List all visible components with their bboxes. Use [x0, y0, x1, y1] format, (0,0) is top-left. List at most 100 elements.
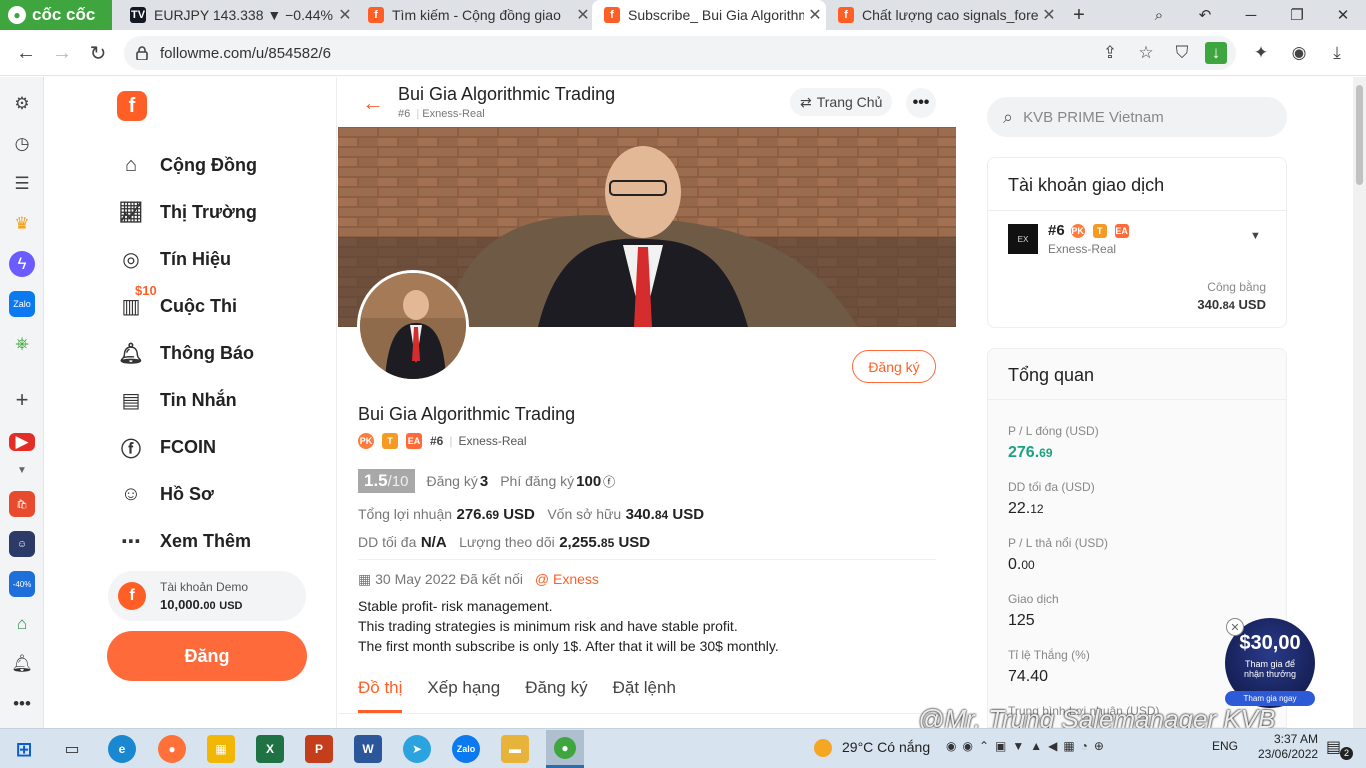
tab-ranking[interactable]: Xếp hạng	[427, 678, 500, 713]
game-controller-icon[interactable]: ⎈	[9, 331, 35, 357]
divider	[358, 559, 936, 560]
subscribe-button[interactable]: Đăng ký	[852, 350, 936, 383]
puzzle-extensions-icon[interactable]: ✦	[1248, 40, 1274, 66]
close-window-icon[interactable]: ✕	[1320, 0, 1366, 30]
firefox-icon[interactable]: ●	[158, 735, 186, 763]
nav-item-profile[interactable]: ☺ Hồ Sơ	[118, 478, 318, 510]
account-selector[interactable]: #6 PK T EA	[1048, 222, 1137, 239]
extension-shield-icon[interactable]: ⛉	[1169, 40, 1195, 66]
file-explorer-icon[interactable]: ▬	[501, 735, 529, 763]
weather-info[interactable]: 29°C Có nắng	[842, 739, 930, 755]
close-icon[interactable]: ✕	[1226, 618, 1244, 636]
shopee-icon[interactable]: 🛍	[9, 491, 35, 517]
t-badge: T	[1092, 223, 1107, 238]
history-back-icon[interactable]: ↶	[1182, 0, 1228, 30]
coccoc-taskbar-icon[interactable]: ●	[546, 730, 584, 768]
system-tray-icons[interactable]: ◉◉⌃▣▼▲◀▦◔⊕	[946, 739, 1110, 753]
zalo-icon[interactable]: Zalo	[452, 735, 480, 763]
clock[interactable]: 3:37 AM 23/06/2022	[1258, 732, 1318, 762]
demo-amount: 10,000.00 USD	[160, 597, 243, 612]
broker-link[interactable]: @ Exness	[535, 571, 599, 587]
youtube-icon[interactable]: ▶	[9, 432, 35, 451]
settings-gear-icon[interactable]: ⚙	[9, 91, 35, 117]
page-scrollbar[interactable]	[1353, 77, 1366, 728]
notification-center-icon[interactable]: ▤	[1326, 737, 1341, 757]
signup-button[interactable]: Đăng	[107, 631, 307, 681]
tab-search-community[interactable]: f Tìm kiếm - Cộng đồng giao ✕	[356, 0, 594, 30]
followme-logo-icon[interactable]: f	[117, 91, 147, 121]
tab-signals[interactable]: f Chất lượng cao signals_fore ✕	[826, 0, 1060, 30]
stat-max-dd: DD tối đa (USD) 22.12	[1008, 480, 1095, 517]
history-icon[interactable]: ◷	[9, 131, 35, 157]
nav-item-market[interactable]: 📈︎ Thị Trường	[118, 196, 318, 228]
nav-item-more[interactable]: ⋯ Xem Thêm	[118, 525, 318, 557]
share-icon[interactable]: ⇪	[1097, 40, 1123, 66]
nav-item-signals[interactable]: ◎ Tín Hiệu	[118, 243, 318, 275]
account-icon[interactable]: ◉	[1286, 40, 1312, 66]
messenger-icon[interactable]: ϟ	[9, 251, 35, 277]
coccoc-menu-button[interactable]: ● cốc cốc	[0, 0, 112, 30]
tab-eurjpy[interactable]: TV EURJPY 143.338 ▼ −0.44% V ✕	[118, 0, 356, 30]
minimize-icon[interactable]: ─	[1228, 0, 1274, 30]
stat-trades: Giao dịch 125	[1008, 592, 1059, 629]
reload-icon[interactable]: ↻	[83, 38, 113, 68]
sale-40-icon[interactable]: -40%	[9, 571, 35, 597]
page-title: Bui Gia Algorithmic Trading	[398, 84, 616, 104]
chevron-down-icon[interactable]: ▼	[1250, 230, 1261, 242]
weather-sun-icon[interactable]	[814, 739, 832, 757]
add-panel-icon[interactable]: +	[9, 387, 35, 413]
stat-closed-pl: P / L đóng (USD) 276.69	[1008, 424, 1099, 461]
downloads-icon[interactable]: ⤓	[1324, 40, 1350, 66]
bookmark-star-icon[interactable]: ☆	[1133, 40, 1159, 66]
restore-icon[interactable]: ❐	[1274, 0, 1320, 30]
windows-start-icon[interactable]: ⊞	[10, 735, 38, 763]
edge-icon[interactable]: e	[108, 735, 136, 763]
nav-item-fcoin[interactable]: ⓕ FCOIN	[118, 431, 318, 463]
avatar[interactable]	[357, 270, 469, 382]
back-icon[interactable]: ←	[11, 38, 41, 68]
tab-subscribe-active[interactable]: f Subscribe_ Bui Gia Algorithm ✕	[592, 0, 826, 30]
nav-item-community[interactable]: ⌂ Cộng Đồng	[118, 149, 318, 181]
close-icon[interactable]: ✕	[804, 5, 826, 25]
tab-chart[interactable]: Đồ thị	[358, 678, 403, 713]
powerpoint-icon[interactable]: P	[305, 735, 333, 763]
game-avatar-icon[interactable]: ☺	[9, 531, 35, 557]
more-options-icon[interactable]: •••	[9, 691, 35, 717]
t-badge: T	[382, 433, 398, 449]
reading-list-icon[interactable]: ☰	[9, 171, 35, 197]
tab-search-icon[interactable]: ⌕	[1136, 0, 1182, 30]
profile-icon: ☺	[120, 482, 142, 505]
task-view-icon[interactable]: ▭	[58, 735, 86, 763]
word-icon[interactable]: W	[354, 735, 382, 763]
hat-icon[interactable]: ⌂	[9, 611, 35, 637]
chevron-down-icon[interactable]: ▼	[9, 457, 35, 483]
store-icon[interactable]: ▦	[207, 735, 235, 763]
language-indicator[interactable]: ENG	[1212, 739, 1238, 753]
search-input[interactable]: ⌕ KVB PRIME Vietnam	[987, 97, 1287, 137]
back-arrow-icon[interactable]: ←	[362, 90, 384, 116]
tab-orders[interactable]: Đặt lệnh	[613, 678, 676, 713]
download-green-icon[interactable]: ↓	[1205, 42, 1227, 64]
score-row: 1.5/10 Đăng ký 3 Phí đăng ký 100 ⓕ	[358, 469, 615, 493]
account-type: Exness-Real	[1048, 242, 1117, 256]
forward-icon[interactable]: →	[47, 38, 77, 68]
address-bar[interactable]: followme.com/u/854582/6	[124, 36, 1236, 70]
search-icon: ⌕	[1003, 106, 1014, 127]
demo-account-card[interactable]: f Tài khoản Demo 10,000.00 USD	[108, 571, 306, 621]
zalo-icon[interactable]: Zalo	[9, 291, 35, 317]
close-icon[interactable]: ✕	[334, 5, 356, 25]
telegram-icon[interactable]: ➤	[403, 735, 431, 763]
nav-item-contest[interactable]: ▥ Cuộc Thi	[118, 290, 318, 322]
tab-subscriptions[interactable]: Đăng ký	[525, 678, 587, 713]
notification-bell-icon[interactable]: 🔔︎	[9, 651, 35, 677]
scrollbar-thumb[interactable]	[1356, 85, 1363, 185]
new-tab-button[interactable]: +	[1056, 0, 1102, 30]
excel-icon[interactable]: X	[256, 735, 284, 763]
nav-item-notifications[interactable]: 🔔︎ Thông Báo	[118, 337, 318, 369]
nav-item-messages[interactable]: ▤ Tin Nhắn	[118, 384, 318, 416]
close-icon[interactable]: ✕	[572, 5, 594, 25]
home-page-button[interactable]: ⇄ Trang Chủ	[790, 88, 893, 116]
crown-icon[interactable]: ♛	[9, 211, 35, 237]
more-options-icon[interactable]: •••	[906, 88, 936, 118]
coccoc-logo-icon: ●	[8, 6, 26, 24]
